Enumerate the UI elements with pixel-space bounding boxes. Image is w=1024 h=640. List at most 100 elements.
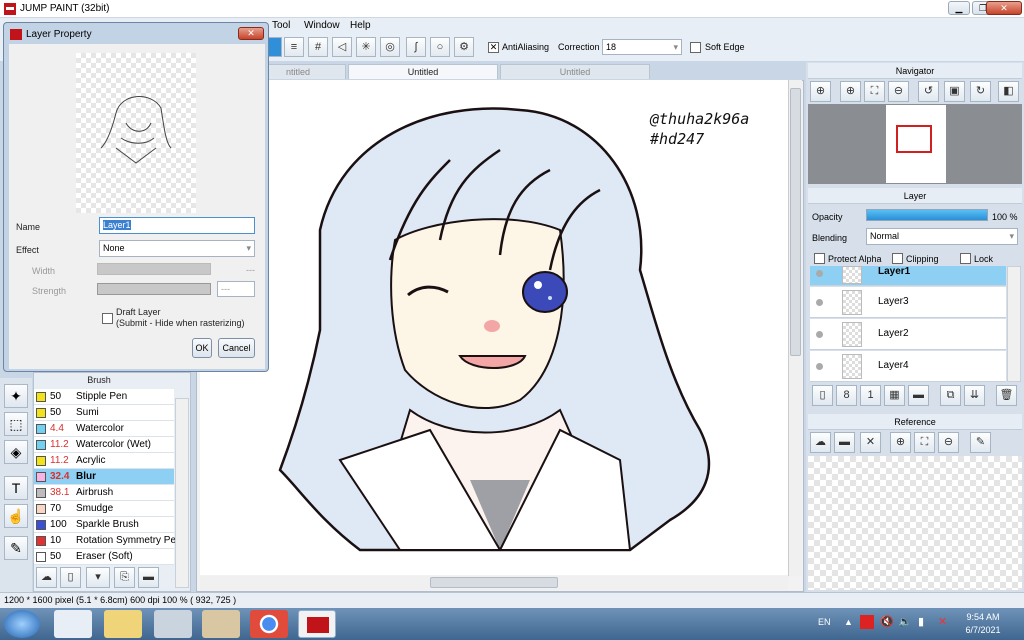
brush-item[interactable]: 4.4 Watercolor: [34, 421, 174, 437]
menu-help[interactable]: Help: [350, 20, 371, 31]
brush-item[interactable]: 11.2 Watercolor (Wet): [34, 437, 174, 453]
vertical-scroll-thumb[interactable]: [790, 88, 801, 356]
ok-button[interactable]: OK: [192, 338, 212, 358]
gear-ruler-icon[interactable]: ⚙: [454, 37, 474, 57]
draft-layer-checkbox[interactable]: [102, 313, 113, 324]
new-tone-layer-icon[interactable]: ▦: [884, 385, 905, 406]
brush-item[interactable]: 11.2 Acrylic: [34, 453, 174, 469]
concentric-icon[interactable]: ◎: [380, 37, 400, 57]
clipping-checkbox[interactable]: [892, 253, 903, 264]
canvas-vertical-scrollbar[interactable]: [788, 80, 802, 576]
cancel-button[interactable]: Cancel: [218, 338, 255, 358]
fit-window-icon[interactable]: ▣: [944, 81, 965, 102]
radial-icon[interactable]: ✳: [356, 37, 376, 57]
brush-scrollbar[interactable]: [175, 398, 189, 588]
zoom-out-icon[interactable]: ⊖: [888, 81, 909, 102]
layer-row[interactable]: Layer4: [810, 351, 1006, 382]
zoom-in-icon[interactable]: ⊕: [840, 81, 861, 102]
strength-value[interactable]: ---: [217, 281, 255, 297]
canvas-horizontal-scrollbar[interactable]: [200, 576, 788, 590]
brush-item[interactable]: 10 Rotation Symmetry Pe: [34, 533, 176, 549]
antialiasing-checkbox[interactable]: ✕: [488, 42, 499, 53]
blending-select[interactable]: Normal ▾: [866, 228, 1018, 245]
reference-open-icon[interactable]: ☁: [810, 432, 831, 453]
circle-icon[interactable]: ○: [430, 37, 450, 57]
menu-tool[interactable]: Tool: [272, 20, 290, 31]
menu-window[interactable]: Window: [304, 20, 340, 31]
close-button[interactable]: ✕: [986, 1, 1022, 15]
strength-slider[interactable]: [97, 283, 211, 295]
brush-item[interactable]: 50 Sumi: [34, 405, 174, 421]
soft-edge-checkbox[interactable]: [690, 42, 701, 53]
hand-tool-icon[interactable]: ☝: [4, 504, 28, 528]
flip-icon[interactable]: ◧: [998, 81, 1019, 102]
file-explorer-icon[interactable]: [104, 610, 142, 638]
brush-item[interactable]: 50 Eraser (Soft): [34, 549, 174, 565]
visibility-icon[interactable]: [816, 363, 823, 370]
grid-icon[interactable]: #: [308, 37, 328, 57]
reference-folder-icon[interactable]: ▬: [834, 432, 855, 453]
tab-document-3[interactable]: Untitled: [500, 64, 650, 79]
antivirus-tray-icon[interactable]: [860, 615, 874, 629]
reference-view[interactable]: [808, 456, 1022, 590]
minimize-button[interactable]: ▁: [948, 1, 970, 15]
dialog-close-button[interactable]: ✕: [238, 27, 264, 40]
layer-row[interactable]: Layer1: [810, 266, 1006, 286]
protect-alpha-checkbox[interactable]: [814, 253, 825, 264]
reference-zoom-out-icon[interactable]: ⊖: [938, 432, 959, 453]
new-folder-icon[interactable]: ▬: [908, 385, 929, 406]
rotate-left-icon[interactable]: ↺: [918, 81, 939, 102]
layer-row[interactable]: Layer2: [810, 319, 1006, 350]
layer-list-scrollbar[interactable]: [1007, 266, 1021, 382]
layer-row[interactable]: Layer3: [810, 287, 1006, 318]
network-signal-icon[interactable]: ▮: [918, 615, 924, 628]
layer-name-input[interactable]: Layer1: [99, 217, 255, 234]
brush-item[interactable]: 100 Sparkle Brush: [34, 517, 174, 533]
paint-palette-icon[interactable]: [202, 610, 240, 638]
curve-icon[interactable]: ∫: [406, 37, 426, 57]
rotate-right-icon[interactable]: ↻: [970, 81, 991, 102]
reference-close-icon[interactable]: ✕: [860, 432, 881, 453]
new-layer-icon[interactable]: ▯: [812, 385, 833, 406]
tray-expand-icon[interactable]: ▲: [844, 617, 853, 627]
drawing-canvas[interactable]: @thuha2k96a #hd247: [200, 80, 788, 575]
reference-fit-icon[interactable]: ⛶: [914, 432, 935, 453]
navigator-view[interactable]: [808, 104, 1022, 184]
visibility-icon[interactable]: [816, 270, 823, 277]
merge-layer-icon[interactable]: ⇊: [964, 385, 985, 406]
reference-eyedropper-icon[interactable]: ✎: [970, 432, 991, 453]
zoom-fit-icon[interactable]: ⊕: [810, 81, 831, 102]
speaker-icon[interactable]: 🔈: [898, 615, 912, 628]
brush-item[interactable]: 50 Stipple Pen: [34, 389, 174, 405]
perspective-icon[interactable]: ◁: [332, 37, 352, 57]
brush-add-icon[interactable]: ☁: [36, 567, 57, 588]
effect-select[interactable]: None ▾: [99, 240, 255, 257]
language-indicator[interactable]: EN: [818, 617, 831, 627]
calculator-icon[interactable]: [154, 610, 192, 638]
clock[interactable]: 9:54 AM 6/7/2021: [960, 611, 1006, 637]
navigator-viewport-frame[interactable]: [896, 125, 932, 153]
delete-layer-icon[interactable]: 🗑: [996, 385, 1017, 406]
lock-checkbox[interactable]: [960, 253, 971, 264]
network-app-icon[interactable]: [54, 610, 92, 638]
brush-menu-icon[interactable]: ▾: [86, 567, 110, 588]
brush-item[interactable]: 38.1 Airbrush: [34, 485, 174, 501]
jump-paint-taskbar-icon[interactable]: [298, 610, 336, 638]
brush-folder-icon[interactable]: ▬: [138, 567, 159, 588]
reference-zoom-in-icon[interactable]: ⊕: [890, 432, 911, 453]
eyedropper-icon[interactable]: ✎: [4, 536, 28, 560]
chrome-icon[interactable]: [250, 610, 288, 638]
duplicate-layer-icon[interactable]: ⧉: [940, 385, 961, 406]
lines-icon[interactable]: ≡: [284, 37, 304, 57]
tab-document-2[interactable]: Untitled: [348, 64, 498, 79]
new-1bit-layer-icon[interactable]: 1: [860, 385, 881, 406]
width-slider[interactable]: [97, 263, 211, 275]
fullscreen-icon[interactable]: ⛶: [864, 81, 885, 102]
new-8bit-layer-icon[interactable]: 8: [836, 385, 857, 406]
text-tool-icon[interactable]: T: [4, 476, 28, 500]
lasso-select-icon[interactable]: ⬚: [4, 412, 28, 436]
network-status-icon[interactable]: ✕: [938, 615, 947, 628]
visibility-icon[interactable]: [816, 331, 823, 338]
volume-muted-icon[interactable]: 🔇: [880, 615, 894, 628]
fill-select-icon[interactable]: ◈: [4, 440, 28, 464]
